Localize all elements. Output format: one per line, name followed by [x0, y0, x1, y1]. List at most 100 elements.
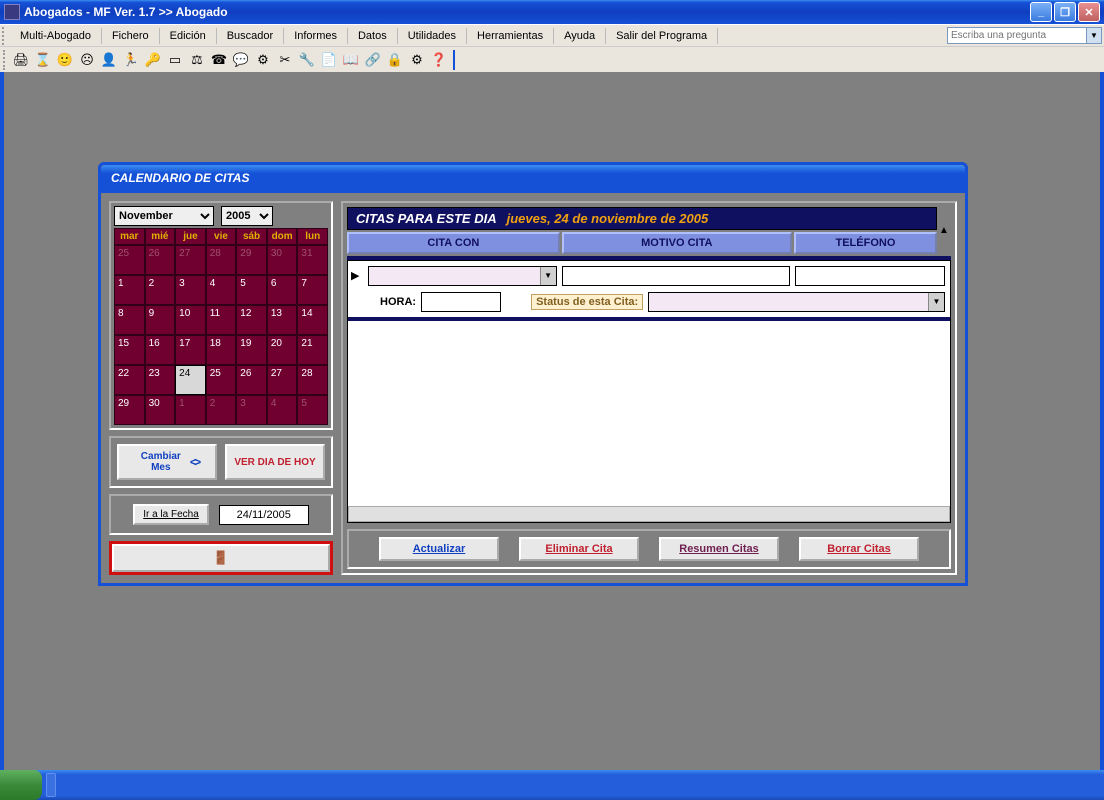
today-button[interactable]: VER DIA DE HOY: [225, 444, 325, 480]
hora-input[interactable]: [421, 292, 501, 312]
col-telefono[interactable]: TELÉFONO: [794, 232, 937, 254]
cal-day-13[interactable]: 13: [267, 305, 298, 335]
toolbar-icon-8[interactable]: ⚖: [187, 50, 207, 70]
cita-con-combo[interactable]: ▼: [368, 266, 557, 286]
record-selector-icon[interactable]: ▶: [351, 269, 359, 282]
cal-day-12[interactable]: 12: [236, 305, 267, 335]
cal-day-29[interactable]: 29: [114, 395, 145, 425]
status-combo[interactable]: ▼: [648, 292, 945, 312]
menu-utilidades[interactable]: Utilidades: [398, 28, 467, 44]
toolbar-icon-0[interactable]: 🖨: [11, 50, 31, 70]
horizontal-scrollbar[interactable]: [348, 506, 950, 522]
cal-day-8[interactable]: 8: [114, 305, 145, 335]
goto-date-input[interactable]: [219, 505, 309, 525]
cal-day-28[interactable]: 28: [297, 365, 328, 395]
toolbar-icon-19[interactable]: ❓: [429, 50, 449, 70]
menu-herramientas[interactable]: Herramientas: [467, 28, 554, 44]
clear-appointments-button[interactable]: Borrar Citas: [799, 537, 919, 561]
toolbar-icon-3[interactable]: ☹: [77, 50, 97, 70]
maximize-button[interactable]: ❐: [1054, 2, 1076, 22]
menu-multi-abogado[interactable]: Multi-Abogado: [10, 28, 102, 44]
cal-day-30[interactable]: 30: [145, 395, 176, 425]
menu-buscador[interactable]: Buscador: [217, 28, 284, 44]
year-select[interactable]: 2005: [221, 206, 273, 226]
menu-datos[interactable]: Datos: [348, 28, 398, 44]
toolbar-icon-15[interactable]: 📖: [341, 50, 361, 70]
goto-date-button[interactable]: Ir a la Fecha: [133, 504, 209, 525]
toolbar-icon-14[interactable]: 📄: [319, 50, 339, 70]
cal-day-26[interactable]: 26: [236, 365, 267, 395]
toolbar-icon-9[interactable]: ☎: [209, 50, 229, 70]
cita-con-input[interactable]: [369, 267, 540, 285]
taskbar[interactable]: [0, 770, 1104, 800]
menu-edici-n[interactable]: Edición: [160, 28, 217, 44]
toolbar-icon-18[interactable]: ⚙: [407, 50, 427, 70]
cal-day-3[interactable]: 3: [175, 275, 206, 305]
toolbar-icon-12[interactable]: ✂: [275, 50, 295, 70]
cal-day-23[interactable]: 23: [145, 365, 176, 395]
summary-button[interactable]: Resumen Citas: [659, 537, 779, 561]
cal-day-20[interactable]: 20: [267, 335, 298, 365]
cal-day-9[interactable]: 9: [145, 305, 176, 335]
cal-day-5[interactable]: 5: [236, 275, 267, 305]
menu-fichero[interactable]: Fichero: [102, 28, 160, 44]
cal-day-29[interactable]: 29: [236, 245, 267, 275]
cal-day-24[interactable]: 24: [175, 365, 206, 395]
help-search-input[interactable]: [947, 27, 1087, 44]
status-input[interactable]: [649, 293, 928, 311]
col-motivo[interactable]: MOTIVO CITA: [562, 232, 792, 254]
help-search-dropdown[interactable]: ▼: [1087, 27, 1102, 44]
chevron-down-icon[interactable]: ▼: [928, 293, 944, 311]
cal-day-7[interactable]: 7: [297, 275, 328, 305]
start-button[interactable]: [0, 770, 42, 800]
change-month-button[interactable]: Cambiar Mes< >: [117, 444, 217, 480]
chevron-down-icon[interactable]: ▼: [540, 267, 556, 285]
cal-day-28[interactable]: 28: [206, 245, 237, 275]
toolbar-icon-5[interactable]: 🏃: [121, 50, 141, 70]
cal-day-22[interactable]: 22: [114, 365, 145, 395]
cal-day-1[interactable]: 1: [175, 395, 206, 425]
cal-day-2[interactable]: 2: [145, 275, 176, 305]
menu-ayuda[interactable]: Ayuda: [554, 28, 606, 44]
cal-day-25[interactable]: 25: [114, 245, 145, 275]
toolbar-icon-11[interactable]: ⚙: [253, 50, 273, 70]
refresh-button[interactable]: Actualizar: [379, 537, 499, 561]
cal-day-27[interactable]: 27: [175, 245, 206, 275]
toolbar-icon-4[interactable]: 👤: [99, 50, 119, 70]
cal-day-4[interactable]: 4: [267, 395, 298, 425]
cal-day-10[interactable]: 10: [175, 305, 206, 335]
cal-day-25[interactable]: 25: [206, 365, 237, 395]
taskbar-item[interactable]: [46, 773, 56, 797]
minimize-button[interactable]: _: [1030, 2, 1052, 22]
month-select[interactable]: November: [114, 206, 214, 226]
menu-informes[interactable]: Informes: [284, 28, 348, 44]
cal-day-26[interactable]: 26: [145, 245, 176, 275]
motivo-input[interactable]: [562, 266, 790, 286]
cal-day-31[interactable]: 31: [297, 245, 328, 275]
cal-day-1[interactable]: 1: [114, 275, 145, 305]
cal-day-27[interactable]: 27: [267, 365, 298, 395]
close-button[interactable]: ✕: [1078, 2, 1100, 22]
record-nav-up[interactable]: ▲: [937, 207, 951, 254]
cal-day-3[interactable]: 3: [236, 395, 267, 425]
col-cita-con[interactable]: CITA CON: [347, 232, 560, 254]
cal-day-16[interactable]: 16: [145, 335, 176, 365]
toolbar-icon-13[interactable]: 🔧: [297, 50, 317, 70]
menu-salir-del-programa[interactable]: Salir del Programa: [606, 28, 718, 44]
exit-button[interactable]: 🚪: [112, 544, 330, 572]
cal-day-6[interactable]: 6: [267, 275, 298, 305]
cal-day-17[interactable]: 17: [175, 335, 206, 365]
cal-day-19[interactable]: 19: [236, 335, 267, 365]
cal-day-30[interactable]: 30: [267, 245, 298, 275]
toolbar-icon-10[interactable]: 💬: [231, 50, 251, 70]
cal-day-18[interactable]: 18: [206, 335, 237, 365]
delete-appointment-button[interactable]: Eliminar Cita: [519, 537, 639, 561]
prev-next-arrows[interactable]: < >: [190, 455, 198, 469]
cal-day-15[interactable]: 15: [114, 335, 145, 365]
toolbar-icon-17[interactable]: 🔒: [385, 50, 405, 70]
toolbar-icon-16[interactable]: 🔗: [363, 50, 383, 70]
toolbar-icon-7[interactable]: ▭: [165, 50, 185, 70]
telefono-input[interactable]: [795, 266, 945, 286]
cal-day-5[interactable]: 5: [297, 395, 328, 425]
cal-day-11[interactable]: 11: [206, 305, 237, 335]
